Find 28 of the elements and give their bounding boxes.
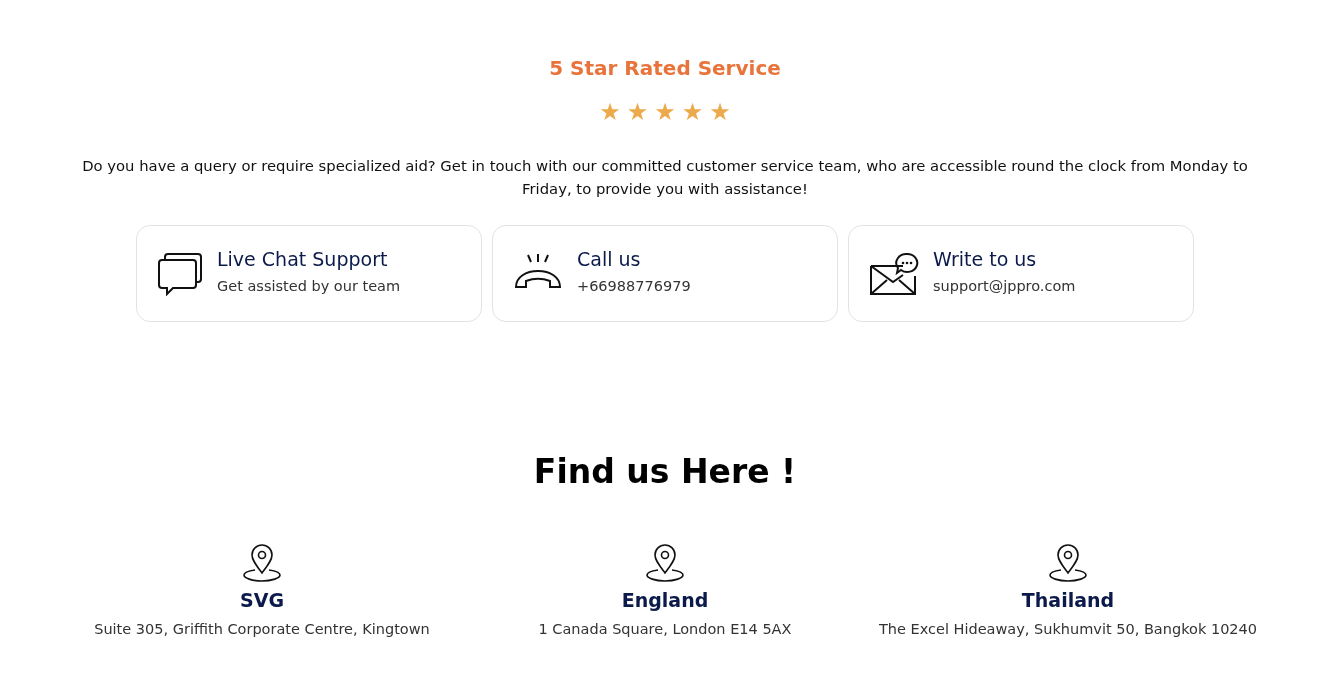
- location-address: Suite 305, Griffith Corporate Centre, Kingtown: [94, 621, 430, 637]
- location-pin-icon: [1048, 543, 1088, 583]
- contact-detail: +66988776979: [577, 277, 691, 294]
- star-icon: ★: [599, 100, 621, 124]
- mail-icon: [869, 251, 919, 296]
- star-icon: ★: [709, 100, 731, 124]
- location-pin-icon: [645, 543, 685, 583]
- section-heading: Find us Here !: [533, 452, 797, 491]
- contact-card[interactable]: Call us +66988776979: [492, 225, 838, 322]
- chat-icon: [157, 251, 203, 296]
- location-name: England: [621, 589, 709, 611]
- location-address: The Excel Hideaway, Sukhumvit 50, Bangkok 10240: [878, 621, 1258, 637]
- contact-card[interactable]: Write to us support@jppro.com: [848, 225, 1194, 322]
- rating-title: 5 Star Rated Service: [549, 56, 781, 80]
- star-icon: ★: [654, 100, 676, 124]
- star-icon: ★: [681, 100, 704, 124]
- contact-detail: Get assisted by our team: [217, 277, 401, 294]
- contact-card[interactable]: Live Chat Support Get assisted by our team: [136, 225, 482, 322]
- location-address: 1 Canada Square, London E14 5AX: [538, 621, 792, 637]
- star-icon: ★: [626, 100, 649, 124]
- contact-title: Write to us: [933, 247, 1038, 270]
- contact-detail: support@jppro.com: [933, 277, 1076, 294]
- intro-text: Do you have a query or require specialized aid? Get in touch with our committed customer service team, who are accessible round the clock from Monday to Friday, to provide you with assistance!: [81, 156, 1249, 199]
- contact-title: Live Chat Support: [217, 247, 389, 270]
- location-name: SVG: [240, 589, 284, 611]
- location-name: Thailand: [1021, 589, 1115, 611]
- contact-title: Call us: [577, 247, 642, 270]
- location-pin-icon: [242, 543, 282, 583]
